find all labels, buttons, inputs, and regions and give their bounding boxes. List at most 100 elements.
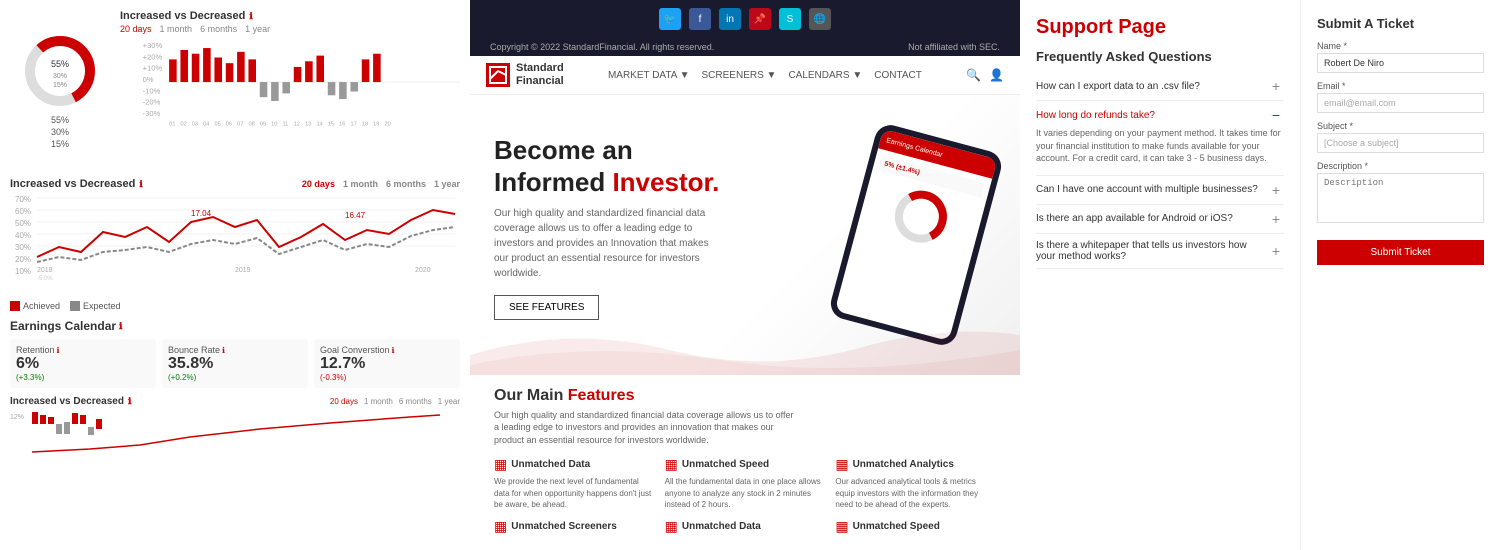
earnings-card-goal: Goal Converstion ℹ 12.7% (-0.3%) (314, 339, 460, 388)
svg-text:18: 18 (362, 122, 368, 128)
support-right: Submit A Ticket Name * Email * Subject *… (1300, 0, 1500, 550)
chart-controls-1: 20 days 1 month 6 months 1 year (120, 24, 460, 34)
nav-logo: Standard Financial (486, 62, 564, 88)
legend-achieved-color (10, 301, 20, 311)
bar-chart-svg: +30% +20% +10% 0% -10% -20% -30% (120, 38, 460, 128)
hero-subtitle: Our high quality and standardized financ… (494, 206, 714, 281)
feature-item-analytics: ▦ Unmatched Analytics Our advanced analy… (835, 456, 996, 510)
mini-chart-svg: 12% (10, 407, 440, 457)
name-input[interactable] (1317, 53, 1484, 73)
svg-text:30%: 30% (53, 73, 67, 80)
svg-text:08: 08 (248, 122, 254, 128)
svg-text:14: 14 (316, 122, 322, 128)
faq-item-2[interactable]: How long do refunds take? − It varies de… (1036, 101, 1284, 176)
feature-item-speed2: ▦ Unmatched Speed (835, 518, 996, 538)
features-grid-2: ▦ Unmatched Screeners ▦ Unmatched Data ▦… (494, 518, 996, 538)
legend-expected: Expected (70, 301, 121, 311)
svg-text:-5.0%: -5.0% (37, 276, 53, 282)
donut-chart: 55% 30% 15% (20, 31, 100, 111)
hero-title: Become an Informed Investor. (494, 135, 820, 197)
svg-text:+30%: +30% (143, 41, 163, 50)
svg-text:05: 05 (214, 122, 220, 128)
faq-toggle-3[interactable]: + (1268, 182, 1284, 198)
svg-text:12%: 12% (10, 414, 24, 421)
subject-field: Subject * (1317, 121, 1484, 153)
svg-text:15: 15 (328, 122, 334, 128)
svg-text:0%: 0% (143, 75, 154, 84)
email-field: Email * (1317, 81, 1484, 113)
linkedin-icon[interactable]: in (719, 8, 741, 30)
submit-ticket-button[interactable]: Submit Ticket (1317, 240, 1484, 265)
features-subtitle: Our high quality and standardized financ… (494, 409, 794, 447)
features-grid: ▦ Unmatched Data We provide the next lev… (494, 456, 996, 510)
feature-speed-icon: ▦ (665, 456, 678, 473)
svg-text:-20%: -20% (143, 98, 161, 107)
pinterest-icon[interactable]: 📌 (749, 8, 771, 30)
chart-legend: Achieved Expected (10, 301, 460, 311)
feature-data-icon: ▦ (494, 456, 507, 473)
features-title: Our Main Features (494, 387, 996, 405)
name-field: Name * (1317, 41, 1484, 73)
feature-speed2-icon: ▦ (835, 518, 848, 535)
faq-item-5[interactable]: Is there a whitepaper that tells us inve… (1036, 234, 1284, 269)
earnings-info-icon[interactable]: ℹ (119, 321, 122, 332)
donut-section: 55% 30% 15% 55% 30% 15% (10, 10, 110, 170)
support-page-title: Support Page (1036, 16, 1284, 39)
earnings-card-bounce: Bounce Rate ℹ 35.8% (+0.2%) (162, 339, 308, 388)
svg-text:09: 09 (260, 122, 266, 128)
earnings-section: Earnings Calendar ℹ Retention ℹ 6% (+3.3… (10, 319, 460, 462)
facebook-icon[interactable]: f (689, 8, 711, 30)
nav-logo-icon (486, 63, 510, 87)
panel-charts: 55% 30% 15% 55% 30% 15% Increased vs Dec… (0, 0, 470, 550)
footer-social: 🐦 f in 📌 S 🌐 (659, 8, 831, 30)
chart-info-icon[interactable]: ℹ (249, 11, 252, 22)
search-icon[interactable]: 🔍 (966, 68, 981, 82)
faq-toggle-5[interactable]: + (1268, 243, 1284, 259)
faq-item-1[interactable]: How can I export data to an .csv file? + (1036, 72, 1284, 101)
wave-decoration (470, 315, 1020, 375)
svg-text:10: 10 (271, 122, 277, 128)
svg-text:15%: 15% (53, 82, 67, 89)
feature-data2-icon: ▦ (665, 518, 678, 535)
hero-section: Become an Informed Investor. Our high qu… (470, 95, 1020, 374)
chart-title-1: Increased vs Decreased ℹ (120, 10, 460, 22)
faq-toggle-4[interactable]: + (1268, 211, 1284, 227)
svg-text:07: 07 (237, 122, 243, 128)
web-icon[interactable]: 🌐 (809, 8, 831, 30)
svg-text:20%: 20% (15, 255, 31, 264)
faq-title: Frequently Asked Questions (1036, 49, 1284, 64)
donut-percentages: 55% 30% 15% (51, 115, 69, 149)
faq-item-4[interactable]: Is there an app available for Android or… (1036, 205, 1284, 234)
svg-text:17.04: 17.04 (191, 209, 212, 218)
support-content: Support Page Frequently Asked Questions … (1020, 0, 1500, 550)
submit-ticket-title: Submit A Ticket (1317, 16, 1484, 31)
svg-text:+10%: +10% (143, 64, 163, 73)
footer-copy-bar: Copyright © 2022 StandardFinancial. All … (470, 38, 1020, 56)
faq-toggle-2[interactable]: − (1268, 107, 1284, 123)
faq-toggle-1[interactable]: + (1268, 78, 1284, 94)
nav-icons: 🔍 👤 (966, 68, 1004, 82)
small-chart-row: Increased vs Decreased ℹ 20 days 1 month… (10, 396, 460, 462)
svg-text:06: 06 (226, 122, 232, 128)
svg-text:60%: 60% (15, 207, 31, 216)
chart-info-2[interactable]: ℹ (139, 179, 142, 190)
svg-text:20: 20 (384, 122, 390, 128)
svg-text:16: 16 (339, 122, 345, 128)
feature-item-speed: ▦ Unmatched Speed All the fundamental da… (665, 456, 826, 510)
twitter-icon[interactable]: 🐦 (659, 8, 681, 30)
phone-screen: Earnings Calendar 5% (±1.4%) (835, 129, 998, 341)
svg-text:11: 11 (282, 122, 288, 128)
faq-item-3[interactable]: Can I have one account with multiple bus… (1036, 176, 1284, 205)
subject-input[interactable] (1317, 133, 1484, 153)
svg-text:04: 04 (203, 122, 209, 128)
description-input[interactable] (1317, 173, 1484, 223)
nav-links: MARKET DATA ▼ SCREENERS ▼ CALENDARS ▼ CO… (608, 70, 922, 81)
legend-expected-color (70, 301, 80, 311)
footer-bar: 🐦 f in 📌 S 🌐 (470, 0, 1020, 38)
skype-icon[interactable]: S (779, 8, 801, 30)
user-icon[interactable]: 👤 (989, 68, 1004, 82)
email-input[interactable] (1317, 93, 1484, 113)
svg-text:55%: 55% (51, 59, 69, 69)
svg-text:-30%: -30% (143, 109, 161, 118)
nav-logo-text: Standard Financial (516, 62, 564, 88)
